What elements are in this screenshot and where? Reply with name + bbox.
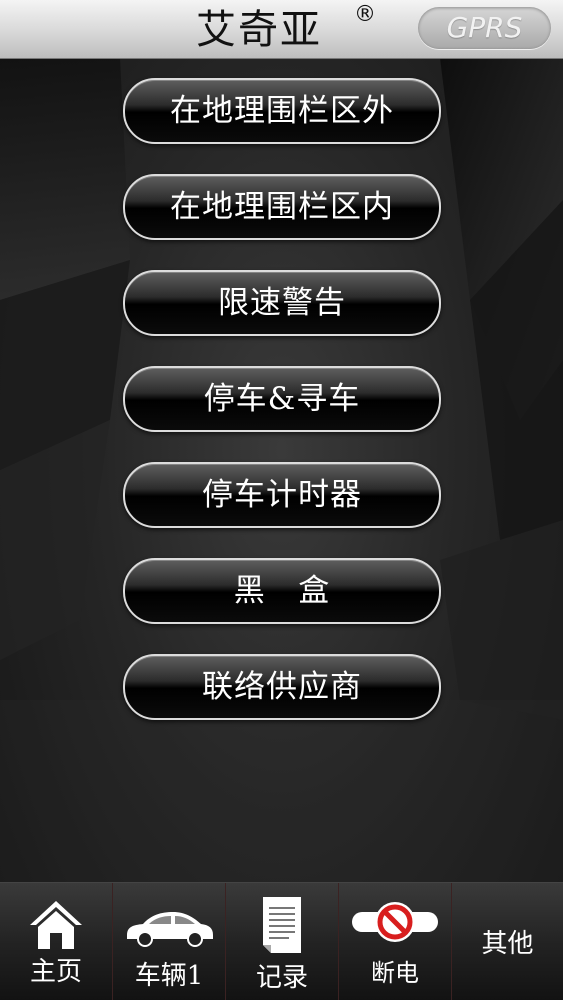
document-icon bbox=[226, 895, 338, 953]
contact-supplier-button[interactable]: 联络供应商 bbox=[123, 654, 441, 720]
geofence-inside-button[interactable]: 在地理围栏区内 bbox=[123, 174, 441, 240]
speed-warning-button[interactable]: 限速警告 bbox=[123, 270, 441, 336]
app-screen: 艾奇亚 ® GPRS 在地理围栏区外 在地理围栏区内 限速警告 停车&寻车 停车… bbox=[0, 0, 563, 1000]
menu-button-label: 限速警告 bbox=[218, 285, 346, 321]
menu-button-label: 在地理围栏区内 bbox=[170, 189, 394, 225]
brand-title: 艾奇亚 bbox=[196, 7, 322, 53]
tab-other-label: 其他 bbox=[481, 929, 534, 959]
tab-power-cut[interactable]: 断电 bbox=[339, 883, 452, 1000]
top-bar: 艾奇亚 ® GPRS bbox=[0, 0, 563, 59]
connection-mode-badge[interactable]: GPRS bbox=[418, 7, 551, 49]
tab-records[interactable]: 记录 bbox=[226, 883, 339, 1000]
registered-mark: ® bbox=[354, 2, 376, 27]
menu-button-label: 黑 盒 bbox=[233, 573, 331, 609]
park-find-car-button[interactable]: 停车&寻车 bbox=[123, 366, 441, 432]
black-box-button[interactable]: 黑 盒 bbox=[123, 558, 441, 624]
menu-button-label: 联络供应商 bbox=[202, 669, 362, 705]
car-icon bbox=[113, 897, 225, 953]
menu-button-label: 停车&寻车 bbox=[203, 381, 361, 417]
bottom-tab-bar: 主页 车辆1 记录 断电 其他 bbox=[0, 882, 563, 1000]
parking-timer-button[interactable]: 停车计时器 bbox=[123, 462, 441, 528]
power-cut-icon bbox=[339, 899, 451, 955]
geofence-outside-button[interactable]: 在地理围栏区外 bbox=[123, 78, 441, 144]
tab-vehicle[interactable]: 车辆1 bbox=[113, 883, 226, 1000]
tab-vehicle-label: 车辆1 bbox=[134, 961, 204, 991]
menu-button-label: 停车计时器 bbox=[202, 477, 362, 513]
tab-other[interactable]: 其他 bbox=[452, 883, 563, 1000]
home-icon bbox=[0, 897, 112, 953]
tab-power-cut-label: 断电 bbox=[371, 959, 419, 987]
menu-button-label: 在地理围栏区外 bbox=[170, 93, 394, 129]
tab-records-label: 记录 bbox=[255, 963, 308, 993]
tab-home[interactable]: 主页 bbox=[0, 883, 113, 1000]
menu-list: 在地理围栏区外 在地理围栏区内 限速警告 停车&寻车 停车计时器 黑 盒 联络供… bbox=[123, 78, 441, 750]
tab-home-label: 主页 bbox=[29, 957, 82, 987]
